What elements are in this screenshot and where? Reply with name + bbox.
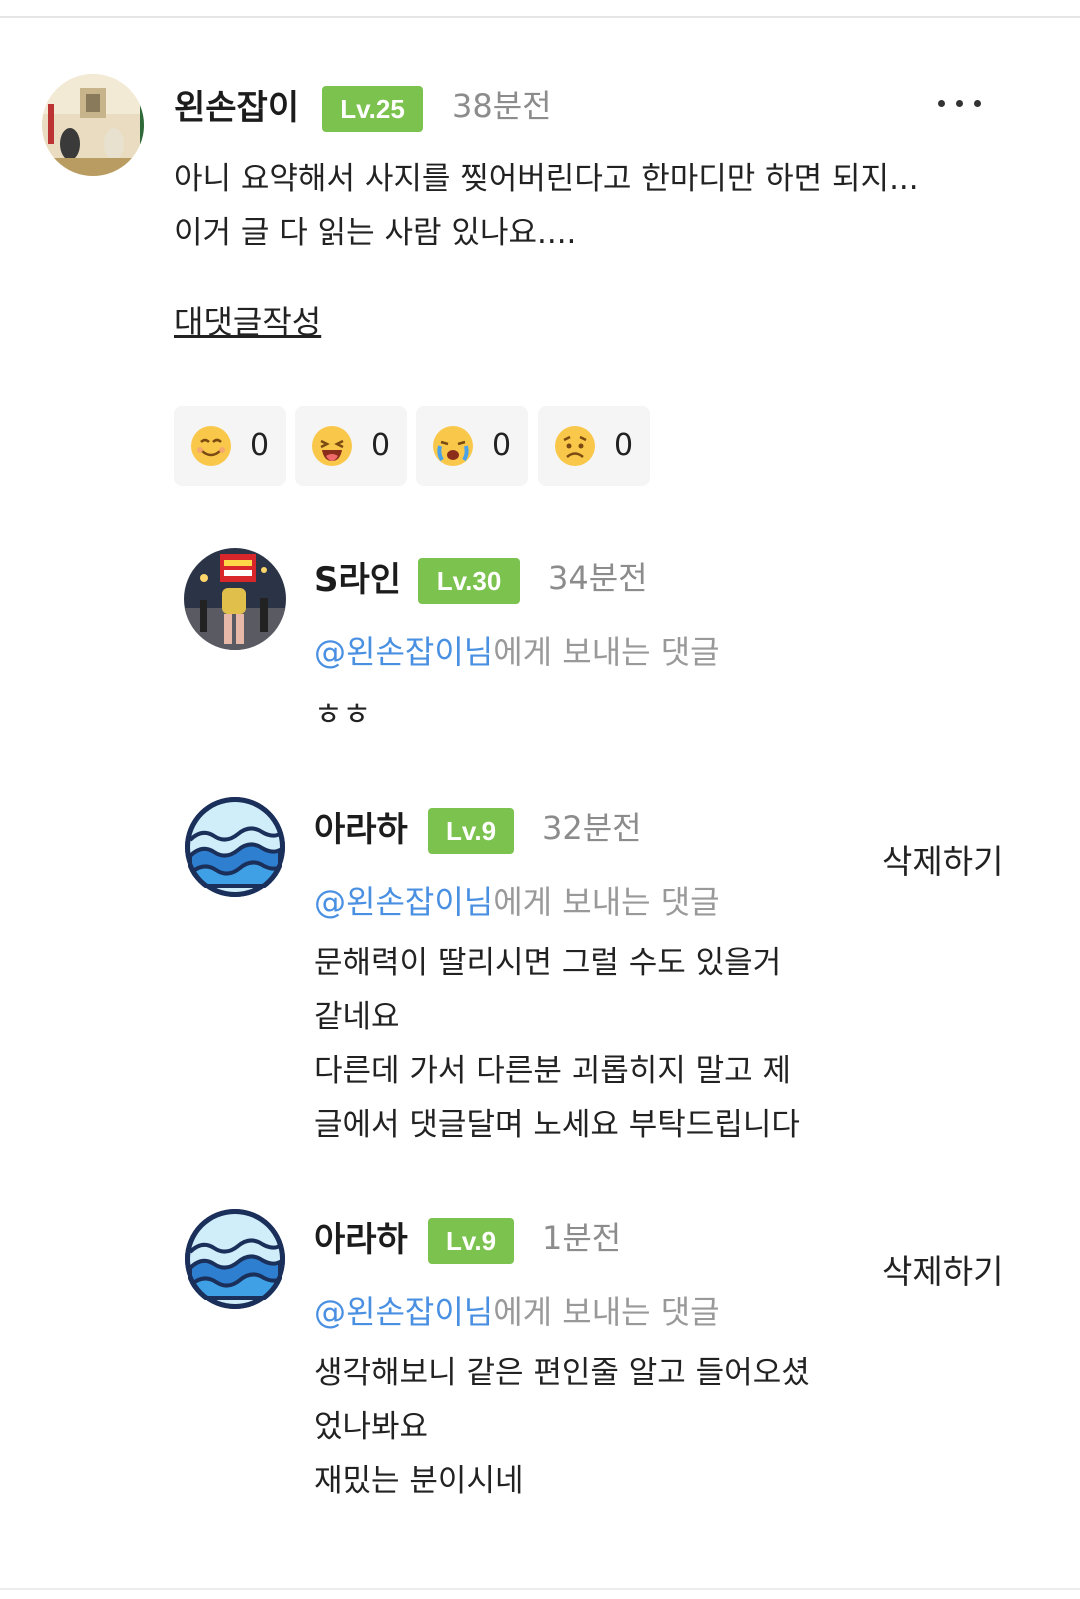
reply-author-name[interactable]: 아라하: [314, 810, 408, 850]
reaction-worried-button[interactable]: 0: [538, 406, 650, 486]
avatar-reply-3[interactable]: [184, 1208, 286, 1310]
delete-button[interactable]: 삭제하기: [882, 1250, 1003, 1294]
mention-suffix: 에게 보내는 댓글: [493, 883, 720, 921]
level-badge: Lv.9: [428, 808, 514, 854]
reply-time: 32분전: [542, 809, 642, 847]
reaction-count: 0: [250, 428, 270, 463]
bottom-divider: [0, 1588, 1080, 1590]
reaction-smile-button[interactable]: 0: [174, 406, 286, 486]
mention-suffix: 에게 보내는 댓글: [493, 1293, 720, 1331]
reaction-count: 0: [492, 428, 512, 463]
level-badge: Lv.9: [428, 1218, 514, 1264]
comment-author-name[interactable]: 왼손잡이: [174, 88, 299, 128]
reply-body: 생각해보니 같은 편인줄 알고 들어오셨 었나봐요 재밌는 분이시네: [314, 1346, 810, 1508]
mention-link[interactable]: @왼손잡이님: [314, 633, 493, 671]
reply-line: 생각해보니 같은 편인줄 알고 들어오셨: [314, 1355, 810, 1391]
reply-author-name[interactable]: 아라하: [314, 1220, 408, 1260]
reply-author-name[interactable]: S라인: [314, 560, 401, 600]
more-dot-icon: [974, 100, 981, 107]
more-dot-icon: [938, 100, 945, 107]
reply-time: 1분전: [542, 1219, 622, 1257]
reply-line: ㅎㅎ: [314, 697, 372, 733]
more-options-button[interactable]: [930, 86, 990, 122]
write-reply-link[interactable]: 대댓글작성: [174, 300, 321, 344]
crying-emoji-icon: [432, 425, 474, 467]
comment-time: 38분전: [452, 87, 552, 125]
avatar-commenter[interactable]: [42, 74, 144, 176]
reply-mention-line: @왼손잡이님에게 보내는 댓글: [314, 1290, 720, 1334]
reply-line: 재밌는 분이시네: [314, 1463, 524, 1499]
reply-mention-line: @왼손잡이님에게 보내는 댓글: [314, 880, 720, 924]
worried-emoji-icon: [554, 425, 596, 467]
reaction-count: 0: [371, 428, 391, 463]
reply-line: 었나봐요: [314, 1409, 429, 1445]
reply-mention-line: @왼손잡이님에게 보내는 댓글: [314, 630, 720, 674]
reply-line: 다른데 가서 다른분 괴롭히지 말고 제: [314, 1053, 792, 1089]
reply-line: 문해력이 딸리시면 그럴 수도 있을거: [314, 945, 782, 981]
level-badge: Lv.25: [322, 86, 423, 132]
reply-line: 글에서 댓글달며 노세요 부탁드립니다: [314, 1107, 800, 1143]
reply-line: 같네요: [314, 999, 400, 1035]
reply-time: 34분전: [548, 559, 648, 597]
smile-emoji-icon: [190, 425, 232, 467]
comment-body: 아니 요약해서 사지를 찢어버린다고 한마디만 하면 되지... 이거 글 다 …: [174, 152, 919, 260]
top-divider: [0, 16, 1080, 18]
mention-link[interactable]: @왼손잡이님: [314, 1293, 493, 1331]
reply-body: ㅎㅎ: [314, 688, 371, 742]
comment-line: 이거 글 다 읽는 사람 있나요....: [174, 215, 577, 251]
reaction-laugh-button[interactable]: 0: [295, 406, 407, 486]
laugh-emoji-icon: [311, 425, 353, 467]
avatar-reply-2[interactable]: [184, 796, 286, 898]
delete-button[interactable]: 삭제하기: [882, 840, 1003, 884]
reply-body: 문해력이 딸리시면 그럴 수도 있을거 같네요 다른데 가서 다른분 괴롭히지 …: [314, 936, 800, 1152]
comment-line: 아니 요약해서 사지를 찢어버린다고 한마디만 하면 되지...: [174, 161, 919, 197]
reaction-count: 0: [614, 428, 634, 463]
more-dot-icon: [956, 100, 963, 107]
avatar-reply-1[interactable]: [184, 548, 286, 650]
mention-link[interactable]: @왼손잡이님: [314, 883, 493, 921]
level-badge: Lv.30: [418, 558, 520, 604]
reaction-crying-button[interactable]: 0: [416, 406, 528, 486]
mention-suffix: 에게 보내는 댓글: [493, 633, 720, 671]
